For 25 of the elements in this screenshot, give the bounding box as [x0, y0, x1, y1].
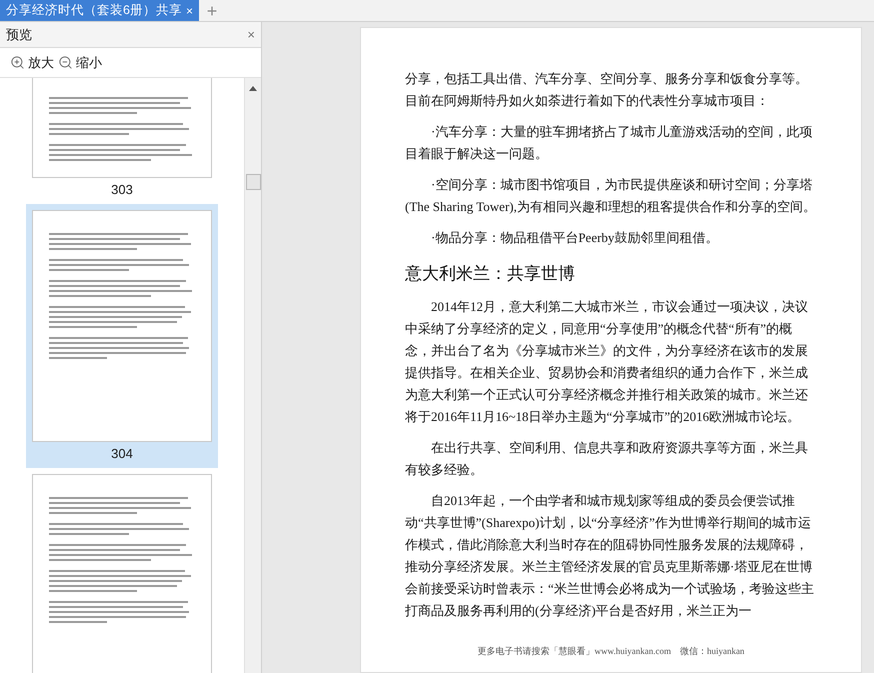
body-paragraph: 分享，包括工具出借、汽车分享、空间分享、服务分享和饭食分享等。目前在阿姆斯特丹如火如荼进行着如下的代表性分享城市项目：: [405, 70, 809, 110]
document-tab[interactable]: 分享经济时代（套装6册）共享 ×: [0, 0, 199, 21]
scrollbar[interactable]: [244, 78, 261, 673]
section-heading: 意大利米兰：共享世博: [405, 263, 576, 285]
tab-close-button[interactable]: ×: [186, 4, 193, 16]
body-paragraph: ·物品分享：物品租借平台Peerby鼓励邻里间租借。: [430, 229, 720, 247]
zoom-out-button[interactable]: 缩小: [58, 52, 102, 72]
panel-close-button[interactable]: ×: [247, 28, 255, 41]
page-footer: 更多电子书请搜索「慧眼看」www.huiyankan.com 微信：huiyankan: [478, 644, 744, 658]
zoom-in-button[interactable]: 放大: [10, 52, 54, 72]
body-paragraph: 自2013年起，一个由学者和城市规划家等组成的委员会便尝试推动“共享世博”(Sharexpo)计划，以“分享经济”作为世博举行期间的城市运作模式，借此消除意大利当时存在的阻碍协同性服务发展的法规障碍，推动分享经济发展。米兰主管经济发展的官员克里斯蒂娜·塔亚尼在世博会前接受采访时曾表示：“米兰世博会必将成为一个试验场，考验这些主打商品及服务再利用的(分享经济)平台是否好用，米兰正为一: [405, 492, 815, 620]
body-paragraph: 2014年12月，意大利第二大城市米兰，市议会通过一项决议，决议中采纳了分享经济的定义，同意用“分享使用”的概念代替“所有”的概念，并出台了名为《分享城市米兰》的文件，为分享经济在该市的发展提供指导。在相关企业、贸易协会和消费者组织的通力合作下，米兰成为意大利第一个正式认可分享经济概念并推行相关政策的城市。米兰还将于2016年11月16~18日举办主题为“分享城市”的2016欧洲城市论坛。: [405, 298, 809, 426]
page-number: 303: [111, 181, 133, 199]
scroll-up-icon[interactable]: [249, 86, 257, 91]
zoom-in-icon: [10, 55, 25, 70]
scrollbar-thumb[interactable]: [246, 174, 260, 190]
page-number: 304: [111, 445, 133, 463]
thumbnail-item[interactable]: 303: [26, 78, 218, 204]
thumbnail-item[interactable]: 304: [26, 204, 218, 468]
tab-title: 分享经济时代（套装6册）共享: [6, 2, 182, 20]
panel-title: 预览: [6, 26, 32, 44]
body-paragraph: ·空间分享：城市图书馆项目，为市民提供座谈和研讨空间；分享塔(The Sharing Tower),为有相同兴趣和理想的租客提供合作和分享的空间。: [405, 176, 817, 216]
zoom-out-icon: [58, 55, 73, 70]
body-paragraph: ·汽车分享：大量的驻车拥堵挤占了城市儿童游戏活动的空间，此项目着眼于解决这一问题。: [405, 123, 814, 163]
body-paragraph: 在出行共享、空间利用、信息共享和政府资源共享等方面，米兰具有较多经验。: [405, 439, 809, 479]
